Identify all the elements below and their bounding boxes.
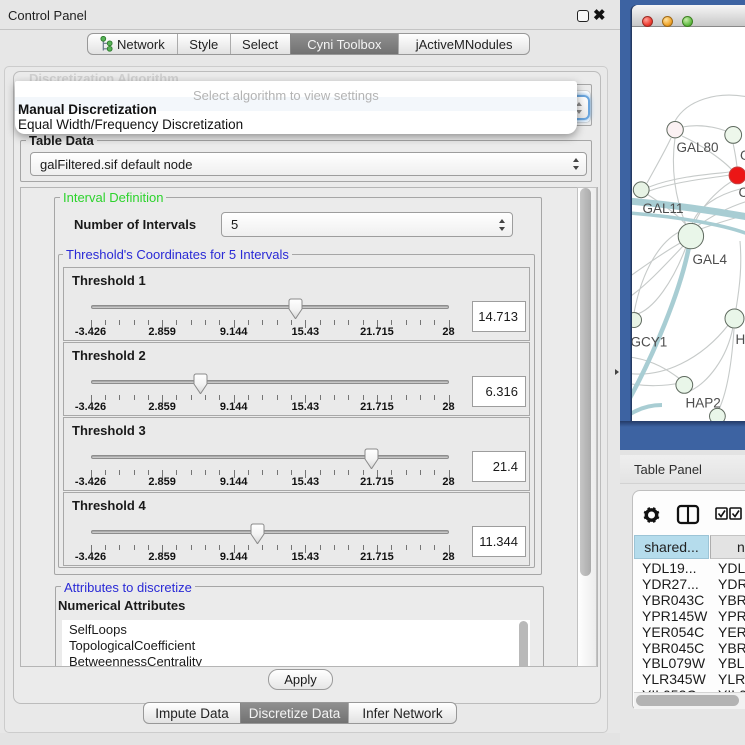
svg-text:GAL4: GAL4	[693, 252, 728, 267]
svg-text:GCY1: GCY1	[632, 335, 667, 350]
svg-text:GAL11: GAL11	[643, 201, 684, 216]
svg-text:GAL80: GAL80	[677, 140, 719, 155]
svg-text:C: C	[739, 185, 745, 200]
svg-text:HAP2: HAP2	[686, 396, 721, 411]
svg-text:GA: GA	[740, 148, 745, 163]
svg-text:H: H	[736, 332, 745, 347]
